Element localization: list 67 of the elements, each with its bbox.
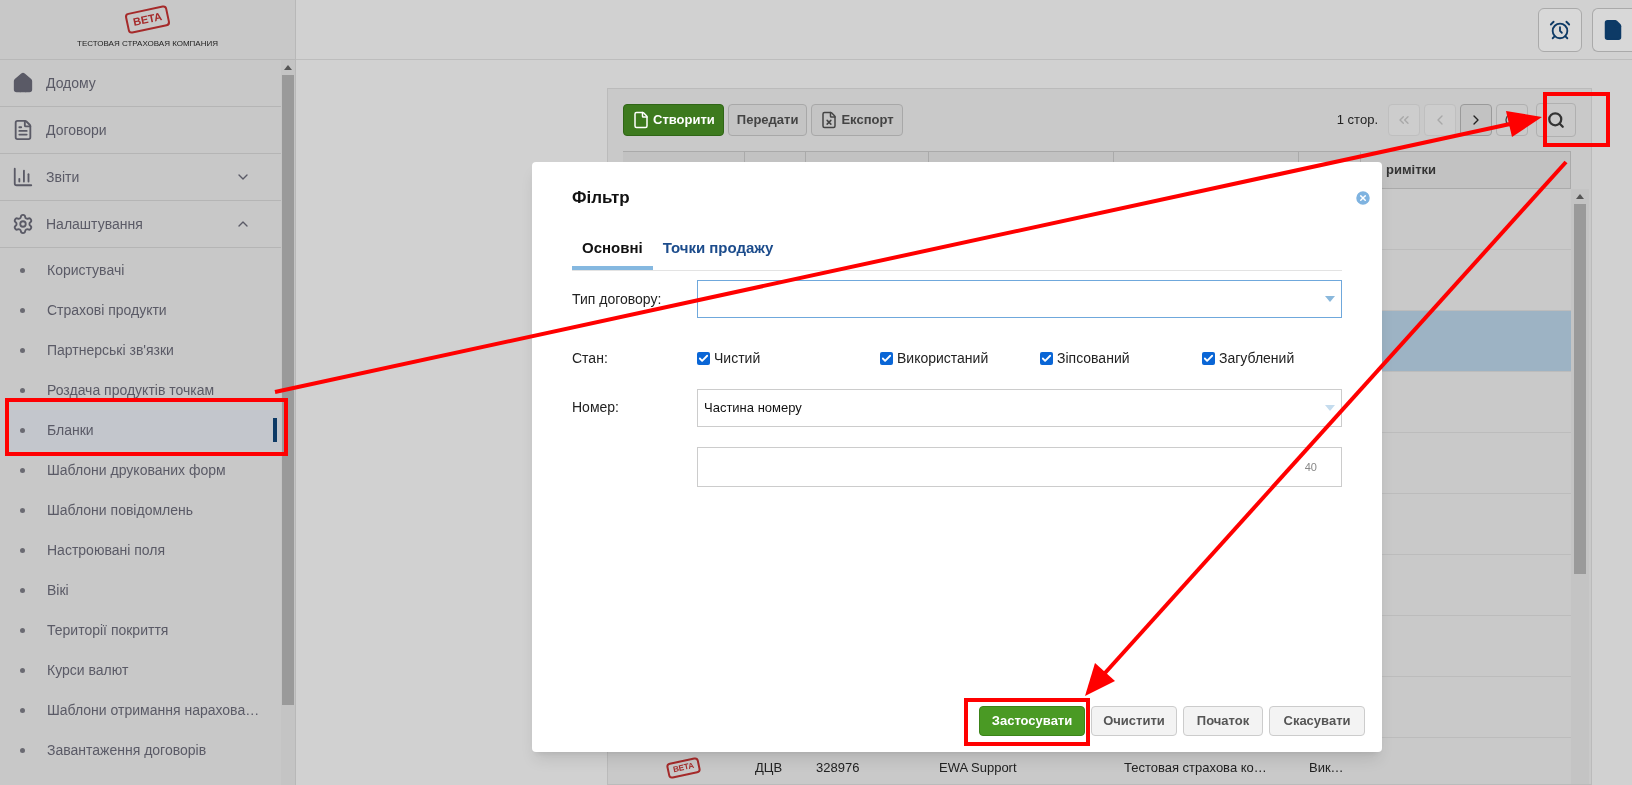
beta-stamp: BETA	[124, 4, 171, 35]
sidebar-subitem[interactable]: Завантаження договорів	[0, 730, 281, 770]
state-checkbox[interactable]: Загублений	[1202, 347, 1342, 369]
tab[interactable]: Точки продажу	[652, 230, 784, 270]
field-label: Стан:	[572, 348, 609, 368]
sidebar-subitem[interactable]: Шаблони отримання нарахова…	[0, 690, 281, 730]
state-checkbox[interactable]: Зіпсований	[1040, 347, 1202, 369]
contract-type-dropdown[interactable]	[697, 280, 1342, 318]
document-button[interactable]	[1592, 7, 1632, 52]
beta-stamp: BETA	[666, 756, 702, 780]
table-cell-text: EWA Support	[938, 759, 1018, 778]
caret-icon	[1325, 405, 1335, 411]
table-cell-text: Вик…	[1308, 759, 1345, 778]
sidebar-subitem[interactable]: Курси валют	[0, 650, 281, 690]
sidebar-subitem[interactable]: Території покриття	[0, 610, 281, 650]
home-icon	[12, 72, 34, 94]
field-label: Номер:	[572, 398, 620, 417]
field-label: Тип договору:	[572, 289, 663, 309]
sidebar-subitem[interactable]: Страхові продукти	[0, 290, 281, 330]
table-cell-text: 328976	[815, 759, 861, 778]
state-checkbox[interactable]: Чистий	[697, 347, 880, 369]
sidebar-subitem[interactable]: Користувачі	[0, 250, 281, 290]
sidebar-subitem[interactable]: Роздача продуктів точкам	[0, 370, 281, 410]
alarm-clock-icon	[1549, 18, 1571, 41]
page-count: 1 стор.	[1336, 111, 1378, 130]
start-button[interactable]: Початок	[1183, 706, 1263, 736]
search-icon	[1547, 111, 1565, 129]
checkbox[interactable]	[1040, 351, 1053, 365]
highlight-frame	[1543, 92, 1610, 147]
dialog-title: Фільтр	[572, 187, 630, 210]
scrollbar[interactable]	[281, 60, 295, 785]
create-button[interactable]: Створити	[623, 104, 724, 136]
apply-button[interactable]: Застосувати	[979, 706, 1085, 736]
checkbox[interactable]	[880, 351, 893, 365]
number-mode-dropdown[interactable]: Частина номеру	[697, 389, 1342, 427]
scrollbar[interactable]	[1571, 189, 1589, 784]
gear-icon	[12, 213, 34, 235]
sidebar-item[interactable]: Договори	[0, 107, 281, 154]
sidebar-subitem[interactable]: Вікі	[0, 570, 281, 610]
sidebar-subitem[interactable]: Шаблони повідомлень	[0, 490, 281, 530]
table-cell-text: Тестовая страхова ко…	[1123, 759, 1268, 778]
table-cell-text: ДЦВ	[754, 759, 784, 778]
tab[interactable]: Основні	[572, 230, 653, 270]
bar-chart-icon	[12, 166, 34, 188]
number-input[interactable]: 40	[697, 447, 1342, 487]
export-button[interactable]: Експорт	[811, 104, 903, 136]
sidebar-subitem[interactable]: Шаблони друкованих форм	[0, 450, 281, 490]
document-icon	[632, 111, 650, 129]
transfer-button[interactable]: Передати	[727, 104, 808, 136]
cancel-button[interactable]: Скасувати	[1269, 706, 1365, 736]
document-icon	[12, 119, 34, 141]
scroll-up-icon[interactable]	[284, 65, 292, 70]
sidebar-item[interactable]: Налаштування	[0, 201, 281, 248]
caret-icon	[1325, 296, 1335, 302]
sidebar-subitem[interactable]: Бланки	[0, 410, 281, 450]
company-name: ТЕСТОВАЯ СТРАХОВАЯ КОМПАНИЯ	[77, 38, 218, 50]
alarm-button[interactable]	[1538, 7, 1582, 52]
checkbox[interactable]	[697, 351, 710, 365]
checkbox[interactable]	[1202, 351, 1215, 365]
close-icon[interactable]	[1354, 189, 1372, 207]
sidebar-subitem[interactable]: Настроювані поля	[0, 530, 281, 570]
sidebar-item[interactable]: Додому	[0, 60, 281, 107]
state-checkbox[interactable]: Використаний	[880, 347, 1040, 369]
clear-button[interactable]: Очистити	[1091, 706, 1177, 736]
scroll-up-icon[interactable]	[1576, 194, 1584, 199]
sidebar-subitem[interactable]: Партнерські зв'язки	[0, 330, 281, 370]
spreadsheet-icon	[820, 111, 839, 129]
